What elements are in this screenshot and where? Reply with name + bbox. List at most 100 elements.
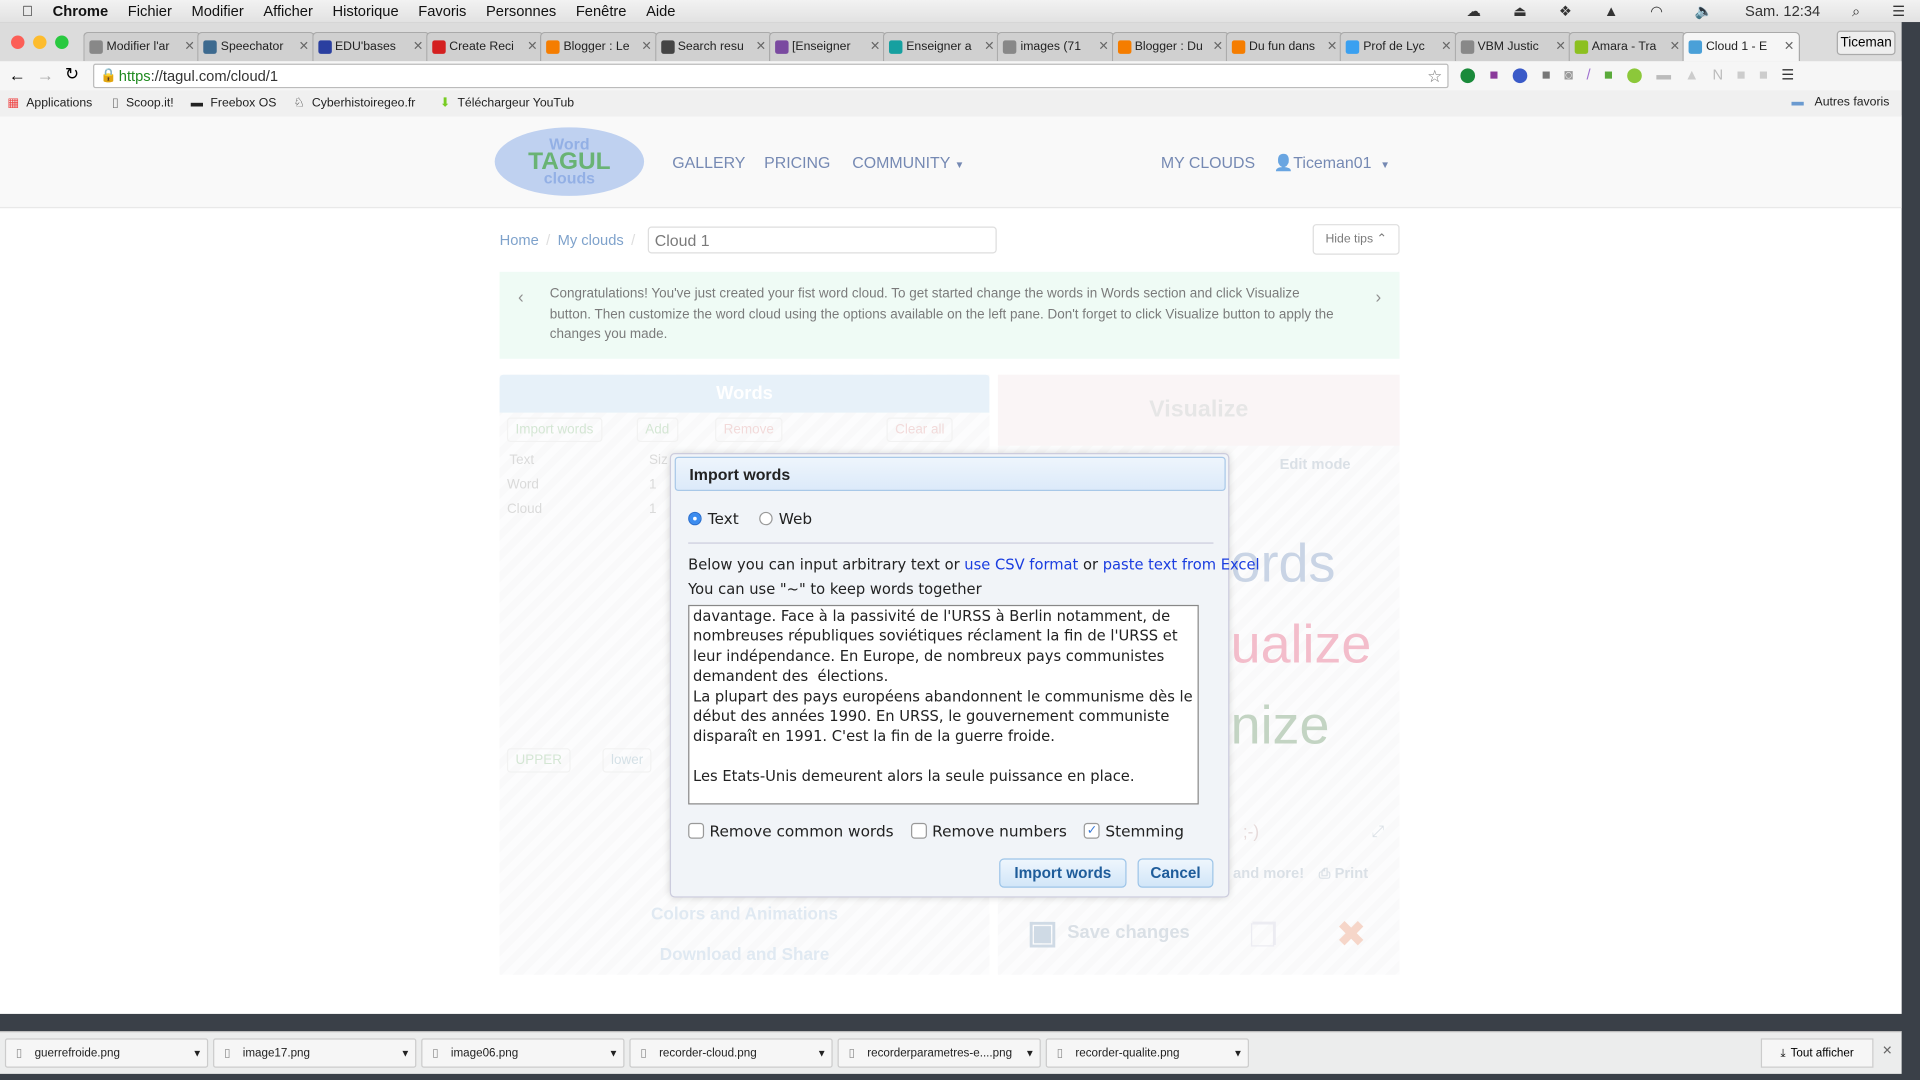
zoom-window-button[interactable] (55, 35, 69, 49)
caret-down-icon[interactable]: ▼ (1025, 1048, 1035, 1059)
menu-fenetre[interactable]: Fenêtre (576, 2, 627, 19)
clock[interactable]: Sam. 12:34 (1745, 2, 1820, 19)
camera-icon[interactable]: ◙ (1564, 66, 1573, 83)
caret-down-icon[interactable]: ▼ (817, 1048, 827, 1059)
dropbox-icon[interactable]: ❖ (1559, 2, 1572, 19)
bookmark-telechargeur[interactable]: Téléchargeur YouTub (457, 97, 574, 110)
download-extension-icon[interactable]: ⬤ (1460, 66, 1476, 83)
caret-down-icon[interactable]: ▼ (1233, 1048, 1243, 1059)
bookmark-applications[interactable]: Applications (26, 97, 92, 110)
close-tab-icon[interactable]: ✕ (756, 40, 766, 53)
caret-down-icon[interactable]: ▼ (609, 1048, 619, 1059)
close-tab-icon[interactable]: ✕ (1327, 40, 1337, 53)
bookmark-scoopit[interactable]: Scoop.it! (126, 97, 174, 110)
browser-tab[interactable]: Speechator ✕ (197, 31, 316, 62)
menu-afficher[interactable]: Afficher (263, 2, 313, 19)
radio-button-selected[interactable] (688, 511, 702, 526)
close-tab-icon[interactable]: ✕ (184, 40, 194, 53)
close-tab-icon[interactable]: ✕ (1670, 40, 1680, 53)
browser-tab[interactable]: Search resu ✕ (654, 31, 773, 62)
reload-icon[interactable]: ↻ (65, 64, 79, 85)
close-downloads-icon[interactable]: ✕ (1882, 1044, 1892, 1057)
browser-tab[interactable]: Cloud 1 - E ✕ (1682, 31, 1801, 62)
browser-tab[interactable]: Prof de Lyc ✕ (1339, 31, 1458, 62)
menu-historique[interactable]: Historique (332, 2, 398, 19)
browser-tab[interactable]: images (71 ✕ (997, 31, 1115, 62)
download-item[interactable]: ▯ image06.png ▼ (421, 1038, 625, 1068)
menu-modifier[interactable]: Modifier (191, 2, 243, 19)
green-dot-icon[interactable]: ⬤ (1626, 66, 1642, 83)
chrome-menu-icon[interactable]: ☰ (1781, 66, 1794, 83)
drive-icon[interactable]: ▲ (1604, 2, 1619, 19)
extension-icon[interactable]: ■ (1542, 66, 1551, 83)
close-tab-icon[interactable]: ✕ (527, 40, 537, 53)
volume-icon[interactable]: 🔈 (1695, 2, 1713, 19)
remove-numbers-checkbox[interactable]: Remove numbers (910, 820, 1067, 842)
gif-icon[interactable]: ▬ (1656, 66, 1671, 83)
address-bar[interactable]: 🔒 https://tagul.com/cloud/1 ☆ (93, 63, 1449, 89)
words-textarea[interactable] (688, 604, 1199, 805)
download-item[interactable]: ▯ recorder-qualite.png ▼ (1045, 1038, 1249, 1068)
close-tab-icon[interactable]: ✕ (1213, 40, 1223, 53)
stemming-checkbox[interactable]: ✓ Stemming (1083, 820, 1184, 842)
bookmark-star-icon[interactable]: ☆ (1427, 66, 1442, 87)
k-extension-icon[interactable]: ⬤ (1512, 66, 1528, 83)
browser-tab[interactable]: Blogger : Du ✕ (1111, 31, 1230, 62)
download-item[interactable]: ▯ guerrefroide.png ▼ (4, 1038, 209, 1068)
close-tab-icon[interactable]: ✕ (1098, 40, 1108, 53)
cloud-status-icon[interactable]: ☁ (1467, 2, 1482, 19)
close-tab-icon[interactable]: ✕ (1555, 40, 1565, 53)
forward-icon[interactable]: → (37, 65, 54, 85)
paste-excel-link[interactable]: paste text from Excel (1103, 556, 1260, 573)
download-item[interactable]: ▯ recorderparametres-e....png ▼ (837, 1038, 1041, 1068)
feather-icon[interactable]: / (1586, 66, 1590, 83)
close-tab-icon[interactable]: ✕ (1784, 40, 1794, 53)
n-extension-icon[interactable]: N (1713, 66, 1724, 83)
print-extension-icon[interactable]: ■ (1604, 66, 1613, 83)
menu-app[interactable]: Chrome (53, 2, 109, 19)
close-tab-icon[interactable]: ✕ (984, 40, 994, 53)
browser-tab[interactable]: VBM Justic ✕ (1454, 31, 1572, 62)
close-window-button[interactable] (11, 35, 25, 49)
import-words-confirm-button[interactable]: Import words (999, 858, 1127, 888)
rss-icon[interactable]: ■ (1759, 66, 1768, 83)
menu-personnes[interactable]: Personnes (486, 2, 556, 19)
show-all-downloads-button[interactable]: ⤓ Tout afficher (1760, 1038, 1874, 1068)
wifi-icon[interactable]: ◠ (1650, 2, 1663, 19)
cancel-button[interactable]: Cancel (1137, 858, 1214, 888)
bookmark-cyberhistoiregeo[interactable]: Cyberhistoiregeo.fr (312, 97, 415, 110)
onenote-icon[interactable]: ■ (1490, 66, 1499, 83)
radio-text[interactable]: Text (688, 509, 739, 528)
cdn-icon[interactable]: ■ (1737, 66, 1746, 83)
download-item[interactable]: ▯ recorder-cloud.png ▼ (629, 1038, 833, 1068)
apple-icon[interactable]:  (22, 2, 33, 19)
browser-tab[interactable]: Modifier l'ar ✕ (83, 31, 201, 62)
close-tab-icon[interactable]: ✕ (1441, 40, 1451, 53)
csv-format-link[interactable]: use CSV format (964, 556, 1078, 573)
browser-tab[interactable]: Enseigner a ✕ (882, 31, 1001, 62)
close-tab-icon[interactable]: ✕ (870, 40, 880, 53)
browser-tab[interactable]: [Enseigner ✕ (768, 31, 887, 62)
menu-fichier[interactable]: Fichier (128, 2, 172, 19)
airplay-icon[interactable]: ⏏ (1513, 2, 1527, 19)
minimize-window-button[interactable] (33, 35, 47, 49)
back-icon[interactable]: ← (9, 65, 26, 85)
browser-tab[interactable]: EDU'bases ✕ (311, 31, 430, 62)
drive-extension-icon[interactable]: ▲ (1684, 66, 1699, 83)
remove-common-words-checkbox[interactable]: Remove common words (688, 820, 894, 842)
menu-aide[interactable]: Aide (646, 2, 675, 19)
browser-tab[interactable]: Du fun dans ✕ (1225, 31, 1344, 62)
menu-favoris[interactable]: Favoris (418, 2, 466, 19)
spotlight-icon[interactable]: ⌕ (1852, 2, 1860, 20)
other-bookmarks[interactable]: ▬ Autres favoris (1784, 96, 1890, 109)
browser-tab[interactable]: Amara - Tra ✕ (1568, 31, 1686, 62)
close-tab-icon[interactable]: ✕ (641, 40, 651, 53)
radio-button[interactable] (759, 511, 773, 526)
caret-down-icon[interactable]: ▼ (192, 1048, 202, 1059)
caret-down-icon[interactable]: ▼ (401, 1048, 411, 1059)
profile-button[interactable]: Ticeman (1836, 30, 1896, 56)
radio-web[interactable]: Web (759, 509, 812, 528)
notifications-icon[interactable]: ☰ (1892, 2, 1905, 19)
browser-tab[interactable]: Create Reci ✕ (425, 31, 544, 62)
download-item[interactable]: ▯ image17.png ▼ (213, 1038, 417, 1068)
